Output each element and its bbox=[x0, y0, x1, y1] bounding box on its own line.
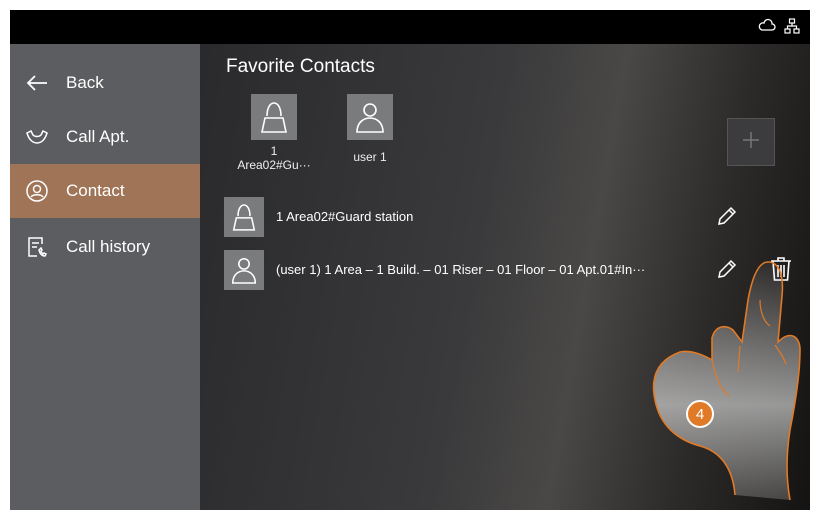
contact-row[interactable]: (user 1) 1 Area – 1 Build. – 01 Riser – … bbox=[224, 250, 791, 294]
sidebar-item-label: Call history bbox=[66, 237, 151, 256]
edit-icon[interactable] bbox=[716, 258, 738, 280]
sidebar-item-call-history[interactable]: Call history bbox=[10, 220, 200, 274]
sidebar-item-back[interactable]: Back bbox=[10, 56, 200, 110]
favorite-contact-1[interactable]: 1 Area02#Gu··· bbox=[234, 94, 314, 172]
cloud-icon bbox=[758, 18, 776, 39]
sidebar-item-label: Back bbox=[66, 73, 104, 92]
sidebar-item-label: Contact bbox=[66, 181, 125, 200]
trash-icon[interactable] bbox=[769, 256, 793, 282]
favorite-label-line1: 1 bbox=[270, 144, 278, 158]
edit-icon[interactable] bbox=[716, 205, 738, 227]
favorite-contact-2[interactable]: user 1 bbox=[330, 94, 410, 164]
user-icon bbox=[347, 94, 393, 140]
plus-icon bbox=[742, 131, 760, 154]
step-badge: 4 bbox=[686, 400, 714, 428]
arrow-left-icon bbox=[24, 70, 50, 96]
contact-icon bbox=[24, 178, 50, 204]
user-icon bbox=[224, 250, 264, 290]
main-panel: Favorite Contacts 1 Area02#Gu··· user 1 … bbox=[200, 44, 810, 510]
contact-name: (user 1) 1 Area – 1 Build. – 01 Riser – … bbox=[276, 262, 646, 277]
guard-icon bbox=[224, 197, 264, 237]
sidebar: Back Call Apt. Contact Call history bbox=[10, 44, 200, 510]
phone-handset-icon bbox=[24, 124, 50, 150]
page-title: Favorite Contacts bbox=[226, 56, 375, 77]
intercom-screen: Back Call Apt. Contact Call history Favo… bbox=[10, 10, 810, 510]
contact-row[interactable]: 1 Area02#Guard station bbox=[224, 197, 784, 241]
sidebar-item-label: Call Apt. bbox=[66, 127, 130, 146]
sidebar-item-contact[interactable]: Contact bbox=[10, 164, 200, 218]
status-bar bbox=[10, 10, 810, 44]
guard-icon bbox=[251, 94, 297, 140]
add-favorite-button[interactable] bbox=[727, 118, 775, 166]
favorite-label-line1: user 1 bbox=[353, 150, 387, 164]
network-icon bbox=[784, 18, 800, 39]
favorite-label-line2: Area02#Gu··· bbox=[237, 158, 311, 172]
contact-name: 1 Area02#Guard station bbox=[276, 209, 414, 224]
call-history-icon bbox=[24, 234, 50, 260]
sidebar-item-call-apt[interactable]: Call Apt. bbox=[10, 110, 200, 164]
